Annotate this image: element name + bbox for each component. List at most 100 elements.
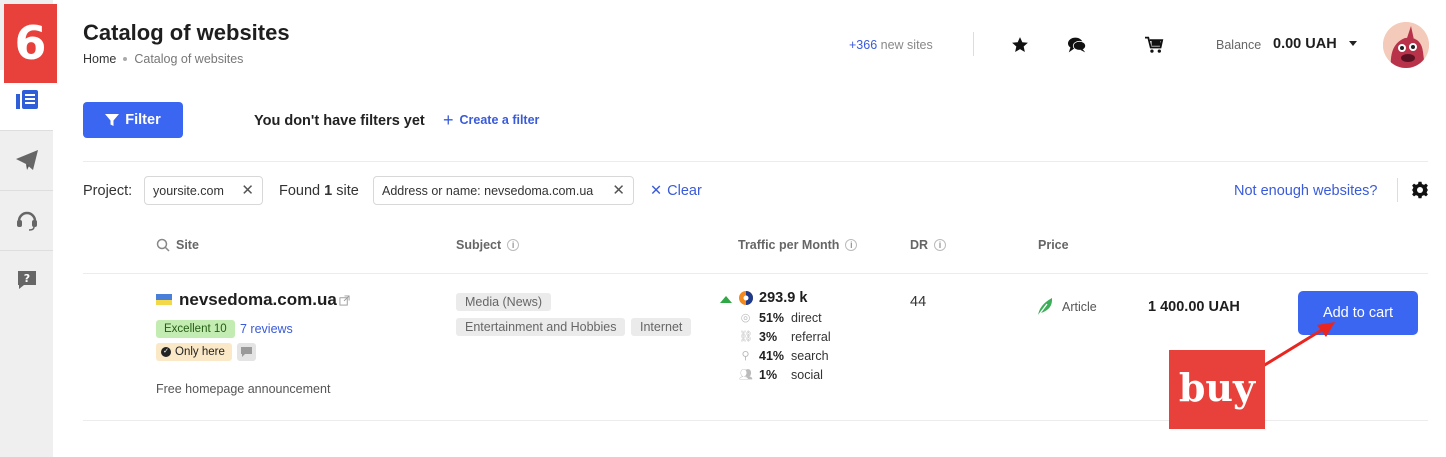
column-header-site[interactable]: Site <box>156 238 199 252</box>
divider <box>83 273 1428 274</box>
column-header-traffic[interactable]: Traffic per Month i <box>738 238 858 252</box>
traffic-pct: 41% <box>759 349 785 363</box>
filter-button-label: Filter <box>125 112 161 128</box>
project-select[interactable]: yoursite.com ✕ <box>144 176 263 205</box>
only-here-label: Only here <box>175 346 225 358</box>
balance-label: Balance <box>1216 38 1262 52</box>
column-header-subject[interactable]: Subject i <box>456 238 520 252</box>
breadcrumb: Home Catalog of websites <box>83 52 243 66</box>
info-icon[interactable]: i <box>507 239 520 251</box>
reviews-link[interactable]: 7 reviews <box>240 322 293 336</box>
buy-annotation-label: buy <box>1169 350 1265 429</box>
create-filter-label: Create a filter <box>459 113 540 127</box>
info-icon[interactable]: i <box>934 239 947 251</box>
catalog-icon <box>15 90 38 109</box>
close-icon[interactable]: ✕ <box>612 183 625 198</box>
sidebar-item-help[interactable]: ? <box>0 250 53 310</box>
breadcrumb-home[interactable]: Home <box>83 52 116 66</box>
step-number-badge: 6 <box>4 4 57 83</box>
price-value: 1 400.00 UAH <box>1148 299 1240 315</box>
breadcrumb-current: Catalog of websites <box>134 52 244 66</box>
subject-tag: Entertainment and Hobbies <box>456 318 626 336</box>
column-header-dr[interactable]: DR i <box>910 238 947 252</box>
column-header-dr-label: DR <box>910 238 929 252</box>
trend-up-icon <box>720 296 732 303</box>
no-filters-text: You don't have filters yet <box>254 113 425 129</box>
column-header-subject-label: Subject <box>456 238 502 252</box>
avatar-monster-icon <box>1383 22 1429 68</box>
traffic-pct: 51% <box>759 311 785 325</box>
traffic-source-row: ◎ 51% direct <box>739 311 822 325</box>
search-icon: ⚲ <box>741 349 750 362</box>
search-icon <box>156 238 170 252</box>
traffic-pct: 1% <box>759 368 778 382</box>
found-count: 1 <box>324 183 333 199</box>
divider <box>83 161 1428 162</box>
plus-icon: + <box>443 110 454 130</box>
ukraine-flag-icon <box>156 294 172 305</box>
messages-button[interactable] <box>1066 34 1088 56</box>
users-icon: 👥︎ <box>739 368 753 381</box>
found-suffix: site <box>336 183 359 199</box>
gear-icon[interactable] <box>1411 181 1429 199</box>
column-header-price-label: Price <box>1038 238 1069 252</box>
sidebar-item-support[interactable] <box>0 190 53 250</box>
traffic-total: 293.9 k <box>759 290 808 306</box>
clear-label: Clear <box>667 183 702 199</box>
sidebar-item-send[interactable] <box>0 130 53 190</box>
traffic-label: social <box>791 368 823 382</box>
chat-icon <box>1068 37 1086 53</box>
balance-value[interactable]: 0.00 UAH <box>1273 36 1337 52</box>
support-headset-icon <box>16 211 37 231</box>
promo-text: Free homepage announcement <box>156 382 331 396</box>
project-value: yoursite.com <box>153 183 224 198</box>
clear-filters-button[interactable]: ✕ Clear <box>650 183 702 199</box>
clear-x-icon: ✕ <box>650 183 663 199</box>
subject-tag: Media (News) <box>456 293 552 311</box>
direct-icon: ◎ <box>740 311 751 324</box>
comment-icon <box>241 347 252 357</box>
favorites-button[interactable] <box>1009 34 1031 56</box>
traffic-pct: 3% <box>759 330 778 344</box>
search-filter-chip[interactable]: Address or name: nevsedoma.com.ua ✕ <box>373 176 634 205</box>
traffic-label: search <box>791 349 829 363</box>
found-count-text: Found 1 site <box>279 183 359 199</box>
traffic-label: referral <box>791 330 831 344</box>
only-here-badge: ✓ Only here <box>156 343 232 361</box>
avatar[interactable] <box>1383 22 1429 68</box>
create-filter-link[interactable]: + Create a filter <box>443 110 540 130</box>
cart-button[interactable] <box>1143 34 1165 56</box>
star-icon <box>1012 37 1028 52</box>
annotation-arrow-icon <box>1262 322 1335 368</box>
search-filter-value: Address or name: nevsedoma.com.ua <box>382 183 594 198</box>
close-icon[interactable]: ✕ <box>241 183 254 198</box>
external-link-icon[interactable] <box>339 295 350 306</box>
new-sites-count: +366 <box>849 38 878 52</box>
check-icon: ✓ <box>161 347 171 357</box>
comment-badge[interactable] <box>237 343 256 361</box>
new-sites-label: new sites <box>880 38 933 52</box>
filter-button[interactable]: Filter <box>83 102 183 138</box>
page-title: Catalog of websites <box>83 20 290 45</box>
traffic-source-logo-icon <box>739 291 753 305</box>
traffic-label: direct <box>791 311 822 325</box>
svg-text:?: ? <box>23 272 29 285</box>
not-enough-websites-link[interactable]: Not enough websites? <box>1234 183 1378 199</box>
send-icon <box>15 150 38 170</box>
traffic-source-row: ⛓ 3% referral <box>739 330 831 344</box>
dr-value: 44 <box>910 294 927 310</box>
traffic-source-row: ⚲ 41% search <box>739 349 829 363</box>
traffic-source-row: 👥︎ 1% social <box>739 368 823 382</box>
price-type: Article <box>1062 300 1097 314</box>
column-header-traffic-label: Traffic per Month <box>738 238 840 252</box>
site-name-link[interactable]: nevsedoma.com.ua <box>179 290 337 310</box>
balance-dropdown-icon[interactable] <box>1349 41 1357 46</box>
found-prefix: Found <box>279 183 321 199</box>
breadcrumb-separator <box>123 57 128 61</box>
info-icon[interactable]: i <box>845 239 858 251</box>
project-label: Project: <box>83 183 133 199</box>
cart-icon <box>1145 36 1164 53</box>
column-header-price[interactable]: Price <box>1038 238 1069 252</box>
help-icon: ? <box>17 271 36 289</box>
new-sites-link[interactable]: +366 new sites <box>849 38 933 52</box>
